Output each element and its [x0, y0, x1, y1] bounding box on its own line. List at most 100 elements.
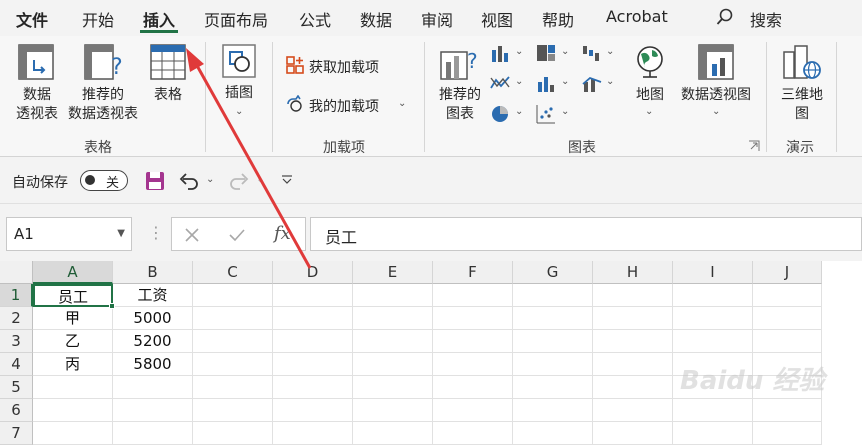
cancel-icon[interactable]	[184, 227, 200, 243]
insert-function-icon[interactable]: fx	[274, 223, 291, 244]
cell-e2[interactable]	[353, 307, 433, 330]
formula-bar-grip[interactable]: ⋮	[148, 223, 164, 242]
cell-e5[interactable]	[353, 376, 433, 399]
row-header-5[interactable]: 5	[0, 376, 33, 399]
dialog-launcher-icon[interactable]	[748, 140, 760, 152]
search-label[interactable]: 搜索	[750, 7, 782, 31]
cell-e3[interactable]	[353, 330, 433, 353]
cell-f3[interactable]	[433, 330, 513, 353]
select-all-corner[interactable]	[0, 261, 33, 284]
row-header-6[interactable]: 6	[0, 399, 33, 422]
3d-map-button[interactable]: 三维地 图	[776, 86, 828, 124]
cell-c4[interactable]	[193, 353, 273, 376]
cell-g6[interactable]	[513, 399, 593, 422]
row-header-3[interactable]: 3	[0, 330, 33, 353]
tab-data[interactable]: 数据	[360, 7, 392, 31]
cell-d3[interactable]	[273, 330, 353, 353]
cell-j2[interactable]	[753, 307, 822, 330]
map-button[interactable]: 地图	[627, 86, 673, 105]
cell-a4[interactable]: 丙	[33, 353, 113, 376]
cell-f4[interactable]	[433, 353, 513, 376]
save-icon[interactable]	[145, 171, 165, 191]
cell-c7[interactable]	[193, 422, 273, 445]
chevron-down-icon[interactable]: ⌄	[256, 174, 264, 185]
row-header-4[interactable]: 4	[0, 353, 33, 376]
cell-h4[interactable]	[593, 353, 673, 376]
recommended-charts-button[interactable]: 推荐的 图表	[434, 86, 486, 124]
autosave-toggle[interactable]: 关	[80, 170, 128, 191]
cell-a5[interactable]	[33, 376, 113, 399]
tab-page-layout[interactable]: 页面布局	[204, 7, 268, 31]
cell-d2[interactable]	[273, 307, 353, 330]
column-header-c[interactable]: C	[193, 261, 273, 284]
cell-j6[interactable]	[753, 399, 822, 422]
pivot-table-button[interactable]: 数据 透视表	[12, 86, 62, 124]
tab-insert[interactable]: 插入	[143, 7, 175, 31]
cell-h6[interactable]	[593, 399, 673, 422]
row-header-2[interactable]: 2	[0, 307, 33, 330]
pivot-chart-button[interactable]: 数据透视图	[676, 86, 756, 105]
my-addins-button[interactable]: 我的加载项	[309, 96, 379, 116]
cell-h2[interactable]	[593, 307, 673, 330]
column-header-a[interactable]: A	[33, 261, 113, 284]
tab-home[interactable]: 开始	[82, 7, 114, 31]
cell-d6[interactable]	[273, 399, 353, 422]
cell-g1[interactable]	[513, 284, 593, 307]
cell-g5[interactable]	[513, 376, 593, 399]
name-box[interactable]: A1 ▼	[6, 217, 132, 251]
recommended-pivot-button[interactable]: 推荐的 数据透视表	[64, 86, 142, 124]
cell-j3[interactable]	[753, 330, 822, 353]
cell-d5[interactable]	[273, 376, 353, 399]
chevron-down-icon[interactable]: ⌄	[206, 174, 214, 185]
line-chart-icon[interactable]	[490, 74, 510, 92]
row-header-1[interactable]: 1	[0, 284, 33, 307]
tab-acrobat[interactable]: Acrobat	[606, 7, 668, 26]
cell-h1[interactable]	[593, 284, 673, 307]
column-header-j[interactable]: J	[753, 261, 822, 284]
chevron-down-icon[interactable]: ▼	[117, 228, 125, 239]
cell-f5[interactable]	[433, 376, 513, 399]
cell-b7[interactable]	[113, 422, 193, 445]
cell-i3[interactable]	[673, 330, 753, 353]
hierarchy-chart-icon[interactable]	[536, 44, 556, 62]
cell-c5[interactable]	[193, 376, 273, 399]
cell-b1[interactable]: 工资	[113, 284, 193, 307]
column-header-g[interactable]: G	[513, 261, 593, 284]
tab-help[interactable]: 帮助	[542, 7, 574, 31]
cell-h5[interactable]	[593, 376, 673, 399]
tab-review[interactable]: 审阅	[421, 7, 453, 31]
cell-a3[interactable]: 乙	[33, 330, 113, 353]
search-icon[interactable]	[716, 8, 734, 26]
illustrations-button[interactable]: 插图	[216, 84, 262, 103]
cell-g7[interactable]	[513, 422, 593, 445]
column-header-f[interactable]: F	[433, 261, 513, 284]
tab-view[interactable]: 视图	[481, 7, 513, 31]
cell-h7[interactable]	[593, 422, 673, 445]
cell-c2[interactable]	[193, 307, 273, 330]
cell-b5[interactable]	[113, 376, 193, 399]
statistic-chart-icon[interactable]	[536, 74, 556, 92]
cell-f7[interactable]	[433, 422, 513, 445]
cell-e1[interactable]	[353, 284, 433, 307]
cell-j1[interactable]	[753, 284, 822, 307]
cell-f2[interactable]	[433, 307, 513, 330]
column-header-i[interactable]: I	[673, 261, 753, 284]
tab-file[interactable]: 文件	[16, 7, 48, 31]
cell-g3[interactable]	[513, 330, 593, 353]
column-chart-icon[interactable]	[490, 44, 510, 62]
column-header-b[interactable]: B	[113, 261, 193, 284]
cell-e4[interactable]	[353, 353, 433, 376]
cell-d7[interactable]	[273, 422, 353, 445]
undo-icon[interactable]	[178, 171, 200, 191]
cell-b4[interactable]: 5800	[113, 353, 193, 376]
row-header-7[interactable]: 7	[0, 422, 33, 445]
cell-j7[interactable]	[753, 422, 822, 445]
cell-b6[interactable]	[113, 399, 193, 422]
column-header-d[interactable]: D	[273, 261, 353, 284]
table-button[interactable]: 表格	[145, 86, 191, 105]
column-header-e[interactable]: E	[353, 261, 433, 284]
cell-b3[interactable]: 5200	[113, 330, 193, 353]
cell-a7[interactable]	[33, 422, 113, 445]
customize-toolbar-icon[interactable]	[281, 175, 293, 185]
cell-i2[interactable]	[673, 307, 753, 330]
